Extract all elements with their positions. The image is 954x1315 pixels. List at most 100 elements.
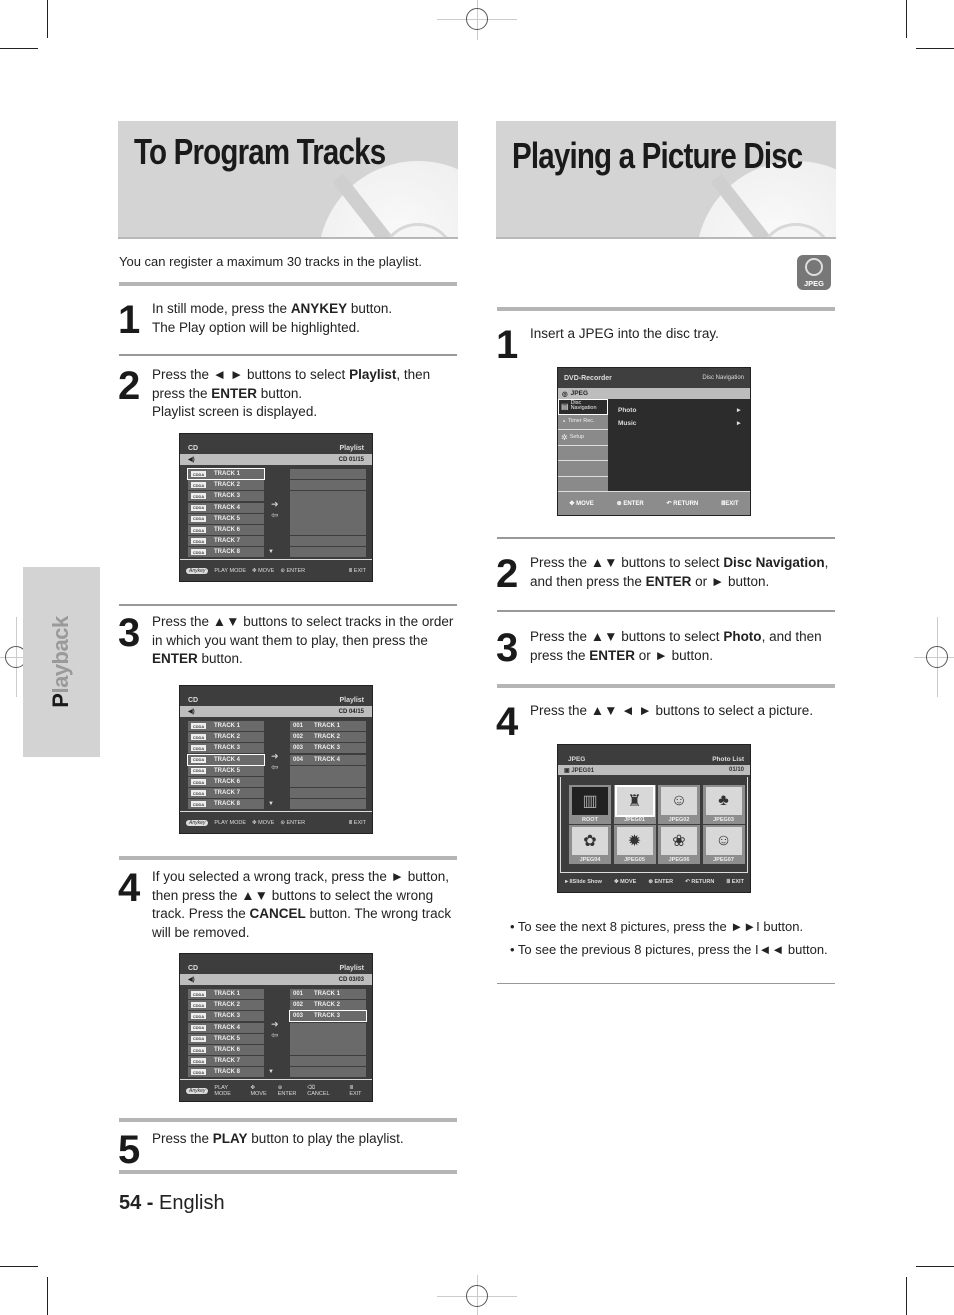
step-number: 2 (496, 552, 519, 596)
anykey-icon: Anykey (186, 567, 209, 574)
play-mode-hint: PLAY MODE (214, 1084, 231, 1097)
cdda-icon: CDDA (191, 471, 206, 477)
playlist-row[interactable] (290, 480, 366, 491)
track-row[interactable]: CDDA TRACK 5 (188, 1033, 264, 1044)
track-row[interactable]: CDDA TRACK 3 (188, 1011, 264, 1022)
playlist-row[interactable] (290, 536, 366, 547)
track-row[interactable]: CDDA TRACK 8 (188, 799, 264, 810)
photo-thumbnail[interactable]: ▥ ROOT (569, 785, 611, 824)
track-row[interactable]: CDDA TRACK 8 (188, 547, 264, 558)
step-number: 2 (118, 364, 141, 408)
playlist-track: TRACK 2 (314, 734, 341, 741)
playlist-row[interactable]: 003 TRACK 3 (290, 743, 366, 754)
speaker-icon: ◀) (188, 457, 195, 463)
thumbnail-image: ✿ (572, 827, 608, 855)
track-row[interactable]: CDDA TRACK 2 (188, 1000, 264, 1011)
option-music[interactable]: Music ► (618, 420, 742, 427)
playlist-row[interactable]: 004 TRACK 4 (290, 754, 366, 765)
playlist-empty-area (290, 491, 366, 536)
playlist-row[interactable]: 002 TRACK 2 (290, 1000, 366, 1011)
anykey-icon: Anykey (186, 819, 209, 826)
step-text: Press the ▲▼ ◄ ► buttons to select a pic… (530, 703, 814, 718)
photo-thumbnail[interactable]: ♜ JPEG01 (613, 785, 656, 824)
playlist-row[interactable]: 003 TRACK 3 (289, 1010, 367, 1023)
step-number: 4 (496, 700, 519, 744)
arrow-right-icon: ► (735, 407, 742, 414)
track-row[interactable]: CDDA TRACK 3 (188, 491, 264, 502)
track-row[interactable]: CDDA TRACK 6 (188, 777, 264, 787)
enter-hint: ⊛ ENTER (277, 1084, 297, 1097)
track-row[interactable]: CDDA TRACK 8 (188, 1067, 264, 1078)
thumbnail-image: ▥ (572, 787, 608, 815)
title-banner-left: To Program Tracks (118, 121, 458, 239)
photo-thumbnail[interactable]: ☺ JPEG02 (658, 785, 700, 824)
source-label: CD (188, 965, 199, 972)
step-number: 4 (118, 866, 141, 910)
playlist-row[interactable] (290, 799, 366, 810)
photo-thumbnail[interactable]: ✿ JPEG04 (569, 825, 611, 864)
menu-label: Setup (569, 433, 585, 440)
playlist-row[interactable] (290, 1056, 366, 1067)
step-number: 3 (496, 626, 519, 670)
track-row[interactable]: CDDA TRACK 4 (187, 753, 265, 766)
track-row[interactable]: CDDA TRACK 1 (188, 989, 264, 999)
thumbnail-label: JPEG01 (624, 817, 645, 823)
playlist-row[interactable] (290, 788, 366, 799)
track-row[interactable]: CDDA TRACK 6 (188, 1045, 264, 1055)
jpeg-disc-icon: JPEG (797, 255, 831, 290)
exit-hint: Ⅲ EXIT (348, 567, 366, 574)
track-row[interactable]: CDDA TRACK 5 (188, 513, 264, 524)
track-row[interactable]: CDDA TRACK 7 (188, 1056, 264, 1067)
menu-icon: ◔ (561, 417, 566, 426)
page-footer: 54 - English (119, 1192, 225, 1214)
track-row[interactable]: CDDA TRACK 3 (188, 743, 264, 754)
playlist-empty-area (290, 1022, 366, 1056)
track-label: TRACK 3 (214, 1013, 241, 1020)
enter-hint: ⊛ ENTER (648, 879, 674, 885)
menu-disc-navigation[interactable]: ▤ Disc Navigation (558, 399, 608, 415)
page-title: To Program Tracks (134, 131, 386, 172)
menu-setup[interactable]: ✲ Setup (558, 430, 608, 446)
playlist-row[interactable]: 002 TRACK 2 (290, 732, 366, 743)
cdda-icon: CDDA (191, 1069, 206, 1076)
photo-thumbnail[interactable]: ♣ JPEG03 (702, 785, 745, 824)
thumbnail-label: JPEG06 (668, 857, 690, 863)
cdda-icon: CDDA (191, 767, 206, 774)
registration-mark (926, 646, 948, 668)
menu-empty (558, 477, 608, 492)
playlist-row[interactable] (290, 547, 366, 558)
track-row[interactable]: CDDA TRACK 4 (188, 502, 264, 513)
step-number: 1 (496, 323, 519, 367)
step-number: 3 (118, 611, 141, 655)
photo-thumbnail[interactable]: ☺ JPEG07 (702, 825, 745, 864)
track-row[interactable]: CDDA TRACK 4 (188, 1022, 264, 1033)
photo-thumbnail[interactable]: ❀ JPEG06 (658, 825, 700, 864)
menu-timer-rec[interactable]: ◔ Timer Rec. (558, 415, 608, 430)
track-row[interactable]: CDDA TRACK 2 (188, 480, 264, 491)
thumbnail-label: JPEG02 (668, 817, 690, 823)
playlist-row[interactable]: 001 TRACK 1 (290, 989, 366, 999)
track-row[interactable]: CDDA TRACK 7 (188, 536, 264, 547)
playlist-row[interactable] (290, 469, 366, 479)
playlist-row[interactable]: 001 TRACK 1 (290, 721, 366, 731)
thumbnail-image: ✹ (616, 827, 653, 855)
cdda-icon: CDDA (191, 734, 206, 741)
photo-thumbnail[interactable]: ✹ JPEG05 (613, 825, 656, 864)
menu-icon: ✲ (561, 432, 568, 442)
cdda-icon: CDDA (191, 745, 206, 752)
track-row[interactable]: CDDA TRACK 2 (188, 732, 264, 743)
cdda-icon: CDDA (191, 504, 206, 511)
track-row[interactable]: CDDA TRACK 5 (188, 765, 264, 776)
track-row[interactable]: CDDA TRACK 1 (187, 468, 265, 480)
option-photo[interactable]: Photo ► (618, 407, 742, 414)
thumbnail-label: JPEG03 (713, 817, 734, 823)
track-row[interactable]: CDDA TRACK 1 (188, 721, 264, 731)
track-row[interactable]: CDDA TRACK 6 (188, 525, 264, 535)
step-text: Insert a JPEG into the disc tray. (530, 326, 719, 341)
thumbnail-label: JPEG05 (624, 857, 645, 863)
cdda-icon: CDDA (191, 756, 206, 763)
move-hint: ✥ MOVE (250, 1084, 267, 1097)
track-label: TRACK 4 (214, 1024, 241, 1031)
playlist-row[interactable] (290, 1067, 366, 1078)
track-row[interactable]: CDDA TRACK 7 (188, 788, 264, 799)
